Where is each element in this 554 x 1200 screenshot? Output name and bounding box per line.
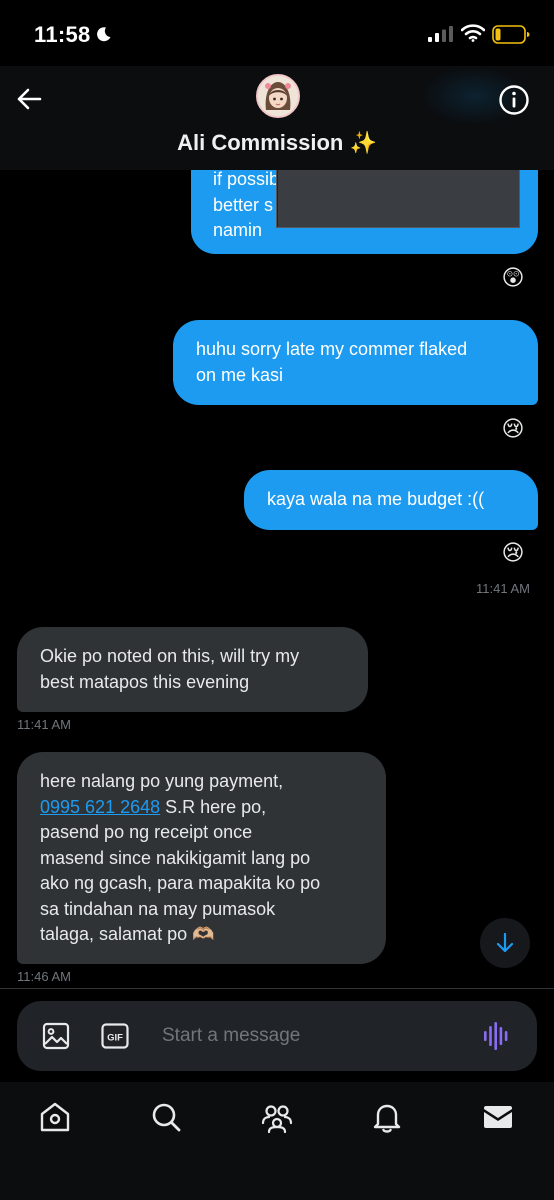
composer-divider — [0, 988, 554, 989]
reaction-icon[interactable]: 😲 — [500, 265, 526, 291]
communities-icon[interactable] — [260, 1100, 294, 1134]
message-bubble-sent[interactable]: kaya wala na me budget :(( — [244, 470, 538, 530]
message-list[interactable]: if possible po by tonight even better s … — [0, 170, 554, 986]
arrow-down-icon — [496, 932, 514, 953]
message-timestamp: 11:41 AM — [17, 717, 71, 732]
bell-icon[interactable] — [370, 1100, 404, 1134]
message-text-part: S.R here po, pasend po ng receipt once m… — [40, 796, 321, 945]
battery-icon — [492, 25, 530, 44]
gif-icon[interactable]: GIF — [101, 1023, 129, 1049]
conversation-header: Ali Commission ✨ — [0, 66, 554, 170]
home-icon[interactable] — [38, 1100, 72, 1134]
reaction-icon[interactable]: 😢 — [500, 416, 526, 442]
message-bubble-received[interactable]: Okie po noted on this, will try my best … — [17, 627, 368, 712]
message-bubble-sent[interactable]: huhu sorry late my commer flaked on me k… — [173, 320, 538, 405]
message-timestamp: 11:46 AM — [17, 969, 71, 984]
message-text: here nalang po yung payment, 0995 621 26… — [40, 769, 363, 948]
tab-bar — [0, 1082, 554, 1200]
image-icon[interactable] — [42, 1022, 70, 1050]
status-bar: 11:58 — [0, 0, 554, 66]
message-timestamp: 11:41 AM — [476, 581, 530, 596]
info-icon[interactable] — [498, 84, 530, 116]
scroll-to-bottom-button[interactable] — [480, 918, 530, 968]
avatar[interactable] — [256, 74, 300, 118]
reaction-icon[interactable]: 😢 — [500, 540, 526, 566]
phone-number-link[interactable]: 0995 621 2648 — [40, 797, 160, 817]
message-composer: GIF — [17, 1001, 537, 1071]
avatar-illustration — [258, 76, 298, 116]
search-icon[interactable] — [149, 1100, 183, 1134]
voice-icon[interactable] — [483, 1021, 511, 1051]
signal-icon — [428, 26, 453, 42]
back-arrow-icon[interactable] — [14, 84, 44, 114]
message-text: huhu sorry late my commer flaked on me k… — [196, 339, 468, 385]
redacted-region — [276, 170, 520, 228]
message-input[interactable] — [162, 1021, 462, 1051]
mail-icon[interactable] — [481, 1100, 515, 1134]
status-time: 11:58 — [34, 22, 91, 47]
message-text: Okie po noted on this, will try my best … — [40, 646, 300, 692]
message-text-part: here nalang po yung payment, — [40, 771, 284, 791]
message-bubble-sent[interactable]: if possible po by tonight even better s … — [191, 170, 538, 254]
message-text: kaya wala na me budget :(( — [267, 489, 485, 509]
message-bubble-received[interactable]: here nalang po yung payment, 0995 621 26… — [17, 752, 386, 964]
conversation-title[interactable]: Ali Commission ✨ — [0, 130, 554, 156]
wifi-icon — [461, 24, 485, 42]
svg-text:GIF: GIF — [107, 1033, 123, 1044]
moon-icon — [97, 27, 111, 42]
